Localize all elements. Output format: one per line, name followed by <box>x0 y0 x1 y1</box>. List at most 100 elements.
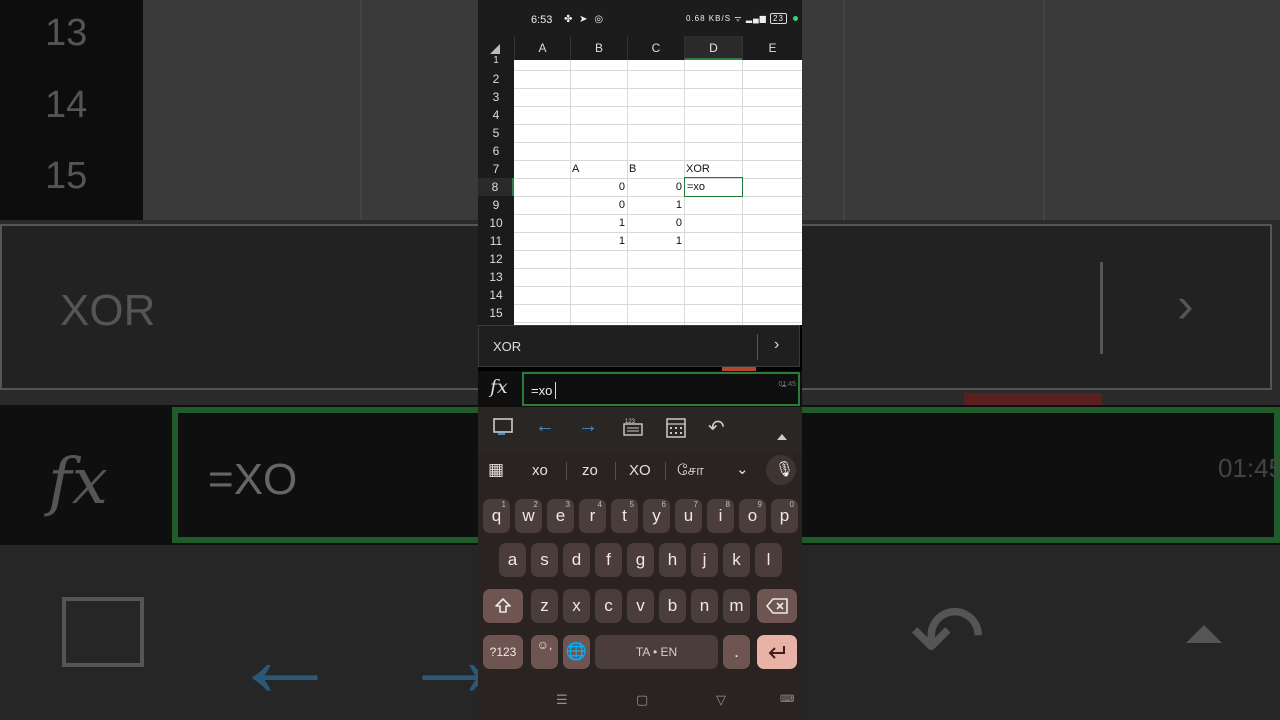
cell-d7[interactable]: XOR <box>684 160 742 178</box>
function-suggestion-label[interactable]: XOR <box>493 339 521 354</box>
shift-key[interactable] <box>483 589 523 623</box>
microphone-icon: 🎙 <box>775 461 795 478</box>
background-row-headers: 13 14 15 <box>0 0 143 220</box>
column-header-b[interactable]: B <box>570 36 627 60</box>
period-key[interactable]: . <box>723 635 750 669</box>
row-header[interactable]: 12 <box>478 250 514 268</box>
key-o[interactable]: o9 <box>739 499 766 533</box>
cell-b8[interactable]: 0 <box>570 178 627 196</box>
key-g[interactable]: g <box>627 543 654 577</box>
key-c[interactable]: c <box>595 589 622 623</box>
emoji-key[interactable]: ☺, <box>531 635 558 669</box>
row-header[interactable]: 13 <box>478 268 514 286</box>
calculator-icon[interactable] <box>665 417 687 445</box>
key-h[interactable]: h <box>659 543 686 577</box>
key-j[interactable]: j <box>691 543 718 577</box>
row-header[interactable]: 1 <box>478 56 514 66</box>
key-t[interactable]: t5 <box>611 499 638 533</box>
cell-c8[interactable]: 0 <box>627 178 684 196</box>
microphone-button[interactable]: 🎙 <box>766 455 796 485</box>
cell-c11[interactable]: 1 <box>627 232 684 250</box>
key-b[interactable]: b <box>659 589 686 623</box>
privacy-dot <box>793 16 799 21</box>
formula-bar: fx =xo 01:45 ⌃ <box>478 371 802 407</box>
row-header[interactable]: 10 <box>478 214 514 232</box>
home-icon[interactable]: ▢ <box>636 692 648 708</box>
key-f[interactable]: f <box>595 543 622 577</box>
suggestion-4[interactable]: சோ <box>677 462 704 481</box>
key-q[interactable]: q1 <box>483 499 510 533</box>
arrow-left-icon[interactable]: ← <box>535 415 555 438</box>
row-header[interactable]: 7 <box>478 160 514 178</box>
enter-key[interactable] <box>757 635 797 669</box>
chevron-right-icon[interactable]: › <box>774 336 779 354</box>
cell-b10[interactable]: 1 <box>570 214 627 232</box>
row-header[interactable]: 2 <box>478 70 514 88</box>
fx-icon[interactable]: fx <box>490 376 508 398</box>
key-p[interactable]: p0 <box>771 499 798 533</box>
suggestion-3[interactable]: XO <box>629 462 651 479</box>
row-header[interactable]: 14 <box>478 286 514 304</box>
select-all-corner[interactable] <box>490 44 500 54</box>
key-r[interactable]: r4 <box>579 499 606 533</box>
chevron-up-icon[interactable]: ⌃ <box>780 384 788 395</box>
column-header-d[interactable]: D <box>684 36 742 60</box>
key-a[interactable]: a <box>499 543 526 577</box>
spreadsheet-grid[interactable]: A B XOR 0 0 =xo 0 1 1 0 1 1 <box>514 60 802 325</box>
space-bar[interactable]: TA • EN <box>595 635 718 669</box>
cell-c9[interactable]: 1 <box>627 196 684 214</box>
chevron-down-icon[interactable]: ⌄ <box>736 460 749 478</box>
formula-input[interactable]: =xo 01:45 ⌃ <box>522 372 800 406</box>
number-keyboard-icon[interactable]: 123 <box>622 417 644 443</box>
suggestion-1[interactable]: xo <box>532 462 548 479</box>
key-n[interactable]: n <box>691 589 718 623</box>
row-header[interactable]: 6 <box>478 142 514 160</box>
key-w[interactable]: w2 <box>515 499 542 533</box>
cell-b7[interactable]: A <box>570 160 627 178</box>
cell-b11[interactable]: 1 <box>570 232 627 250</box>
row-header-selected[interactable]: 8 <box>478 178 514 196</box>
function-suggestion[interactable]: XOR › <box>478 325 800 367</box>
row-header[interactable]: 3 <box>478 88 514 106</box>
symbols-key[interactable]: ?123 <box>483 635 523 669</box>
apps-grid-icon[interactable]: ▦ <box>488 460 504 480</box>
row-header[interactable]: 9 <box>478 196 514 214</box>
back-icon[interactable]: ▽ <box>716 692 726 708</box>
key-u[interactable]: u7 <box>675 499 702 533</box>
key-i[interactable]: i8 <box>707 499 734 533</box>
cell-c10[interactable]: 0 <box>627 214 684 232</box>
backspace-key[interactable] <box>757 589 797 623</box>
key-z[interactable]: z <box>531 589 558 623</box>
expand-up-icon[interactable] <box>776 424 788 447</box>
key-y[interactable]: y6 <box>643 499 670 533</box>
keyboard-toggle-icon[interactable] <box>492 417 514 443</box>
shift-icon <box>495 598 511 613</box>
soft-keyboard: ▦ xo zo XO சோ ⌄ 🎙 q1 w2 e3 r4 t5 y6 u7 i… <box>478 452 802 720</box>
column-header-e[interactable]: E <box>742 36 802 60</box>
row-header[interactable]: 5 <box>478 124 514 142</box>
key-l[interactable]: l <box>755 543 782 577</box>
undo-icon[interactable]: ↶ <box>708 415 725 440</box>
key-v[interactable]: v <box>627 589 654 623</box>
key-s[interactable]: s <box>531 543 558 577</box>
key-k[interactable]: k <box>723 543 750 577</box>
keyboard-hide-icon[interactable]: ⌨ <box>780 694 794 705</box>
key-m[interactable]: m <box>723 589 750 623</box>
column-header-a[interactable]: A <box>514 36 570 60</box>
cell-c7[interactable]: B <box>627 160 684 178</box>
column-header-c[interactable]: C <box>627 36 684 60</box>
system-navigation-bar: ☰ ▢ ▽ ⌨ <box>478 684 802 720</box>
key-e[interactable]: e3 <box>547 499 574 533</box>
key-d[interactable]: d <box>563 543 590 577</box>
row-header[interactable]: 4 <box>478 106 514 124</box>
row-header[interactable]: 15 <box>478 304 514 322</box>
arrow-right-icon[interactable]: → <box>578 415 598 438</box>
row-header[interactable]: 11 <box>478 232 514 250</box>
suggestion-2[interactable]: zo <box>582 462 598 479</box>
language-key[interactable]: 🌐 <box>563 635 590 669</box>
recent-apps-icon[interactable]: ☰ <box>556 692 568 708</box>
key-x[interactable]: x <box>563 589 590 623</box>
cell-b9[interactable]: 0 <box>570 196 627 214</box>
text-caret <box>555 382 556 399</box>
active-cell-d8[interactable]: =xo <box>684 177 743 197</box>
